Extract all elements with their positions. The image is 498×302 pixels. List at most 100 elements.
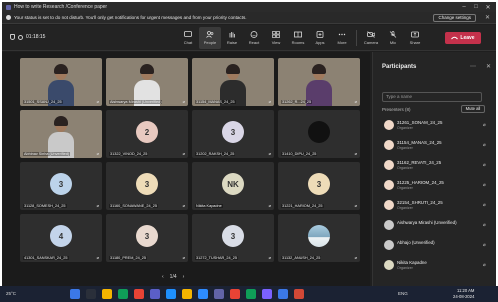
participant-tile[interactable]: 4 41301_SANSKAR_24_25 ⌀ [20, 214, 102, 262]
share-invite-icon[interactable]: ⋯ [470, 63, 476, 70]
chrome-icon[interactable] [118, 289, 128, 299]
participant-tile[interactable]: 31154_MANAS_24_25 ⌀ [192, 58, 274, 106]
participant-row-name: Abhajo (Unverified) [397, 240, 435, 245]
shield-icon [10, 34, 15, 40]
camera-label: Camera [363, 40, 379, 45]
teams-icon[interactable] [150, 289, 160, 299]
meet-icon[interactable] [214, 289, 224, 299]
app-icon[interactable] [230, 289, 240, 299]
chat-button[interactable]: Chat [177, 27, 199, 49]
participant-tile[interactable]: Aishwarya Mirashi (Unverified) ⌀ [106, 58, 188, 106]
participant-tile[interactable]: 3 31128_SOMESH_24_25 ⌀ [20, 162, 102, 210]
mic-off-icon: ⌀ [483, 182, 486, 187]
participant-tile[interactable]: 31262_R...24_25 ⌀ [278, 58, 360, 106]
prev-page-icon[interactable]: ‹ [162, 274, 164, 280]
language-indicator[interactable]: ENG [398, 291, 408, 296]
view-label: View [271, 40, 281, 45]
app-icon[interactable] [278, 289, 288, 299]
participant-tile[interactable]: 31501_SSANJ_24_25 ⌀ [20, 58, 102, 106]
dismiss-notice-icon[interactable]: ✕ [485, 14, 490, 21]
leave-button[interactable]: Leave [445, 32, 481, 44]
participant-row[interactable]: 31225_HARIOM_24_25 Organizer ⌀ [382, 178, 490, 192]
youtube-icon[interactable] [134, 289, 144, 299]
files-icon[interactable] [182, 289, 192, 299]
apps-icon [316, 31, 324, 38]
app-icon[interactable] [294, 289, 304, 299]
participant-tile[interactable]: 3 31202_RAKSH_24_25 ⌀ [192, 110, 274, 158]
participant-avatar: 3 [308, 173, 330, 195]
share-button[interactable]: Share [404, 27, 426, 49]
participant-row-name: Nikita Kapadne [397, 260, 427, 265]
more-button[interactable]: More [331, 27, 353, 49]
participant-name: 31501_SSANJ_24_25 [23, 100, 63, 104]
mic-off-icon: ⌀ [96, 203, 99, 208]
participant-row[interactable]: Nikita Kapadne Organizer ⌀ [382, 258, 490, 272]
participant-tile[interactable]: Abhinav Sinha (Unverified) ⌀ [20, 110, 102, 158]
apps-button[interactable]: Apps [309, 27, 331, 49]
maximize-icon[interactable]: □ [470, 4, 482, 10]
mic-off-icon: ⌀ [483, 262, 486, 267]
change-settings-button[interactable]: Change settings [433, 14, 476, 22]
participant-tile[interactable]: 2 31322_VINOD_24_25 ⌀ [106, 110, 188, 158]
participant-row[interactable]: Abhajo (Unverified) ⌀ [382, 238, 490, 252]
folder-icon[interactable] [102, 289, 112, 299]
rooms-button[interactable]: Rooms [287, 27, 309, 49]
teams-meeting-window: How to write Research /Conference paper … [2, 2, 496, 286]
close-panel-icon[interactable]: ✕ [486, 63, 491, 70]
info-icon [6, 15, 11, 20]
participant-tile[interactable]: 3 31160_SONAWANE_24_25 ⌀ [106, 162, 188, 210]
participant-row-role: Organizer [397, 146, 413, 150]
react-button[interactable]: React [243, 27, 265, 49]
more-label: More [337, 40, 347, 45]
participant-tile[interactable]: 31132_ANUSH_24_25 ⌀ [278, 214, 360, 262]
participant-row-avatar [384, 160, 394, 170]
app-icon[interactable] [246, 289, 256, 299]
mute-all-button[interactable]: Mute all [461, 105, 485, 113]
close-icon[interactable]: ✕ [482, 4, 494, 11]
participant-name: 31410_DIPU_24_25 [281, 152, 318, 156]
participant-tile[interactable]: NK Nikita Kapadne ⌀ [192, 162, 274, 210]
minimize-icon[interactable]: – [458, 4, 470, 10]
camera-icon [367, 31, 375, 38]
mic-off-icon: ⌀ [354, 151, 357, 156]
share-label: Share [409, 40, 421, 45]
participant-tile[interactable]: 3 31221_HARIOM_24_25 ⌀ [278, 162, 360, 210]
mic-icon [389, 31, 397, 38]
participant-name: 31221_HARIOM_24_25 [281, 204, 324, 208]
mic-off-icon: ⌀ [483, 242, 486, 247]
participant-row[interactable]: 32154_SHRUTI_24_25 Organizer ⌀ [382, 198, 490, 212]
participant-name: 31202_RAKSH_24_25 [195, 152, 236, 156]
rooms-icon [294, 31, 302, 38]
start-icon[interactable] [70, 289, 80, 299]
mic-off-icon: ⌀ [483, 162, 486, 167]
participant-row[interactable]: 31261_SONAM_24_25 Organizer ⌀ [382, 118, 490, 132]
search-icon[interactable] [86, 289, 96, 299]
next-page-icon[interactable]: › [183, 274, 185, 280]
participant-name: 31262_R...24_25 [281, 100, 313, 104]
weather-widget[interactable]: 25°C [6, 291, 16, 296]
participant-search-input[interactable]: Type a name [382, 92, 482, 102]
participant-tile[interactable]: 31410_DIPU_24_25 ⌀ [278, 110, 360, 158]
people-icon [206, 31, 214, 38]
participant-row[interactable]: Aishwarya Mirashi (Unverified) ⌀ [382, 218, 490, 232]
participant-row[interactable]: 31162_REVATI_24_25 Organizer ⌀ [382, 158, 490, 172]
zoom-icon[interactable] [198, 289, 208, 299]
edge-icon[interactable] [166, 289, 176, 299]
system-clock[interactable]: 11:20 AM 24-08-2024 [453, 288, 474, 300]
participant-avatar: 3 [50, 173, 72, 195]
mic-button[interactable]: Mic [382, 27, 404, 49]
title-bar: How to write Research /Conference paper … [2, 2, 496, 12]
app-icon[interactable] [262, 289, 272, 299]
participant-tile[interactable]: 3 31180_PREM_24_25 ⌀ [106, 214, 188, 262]
view-icon [272, 31, 280, 38]
participant-row[interactable]: 31154_MANAS_24_25 Organizer ⌀ [382, 138, 490, 152]
participant-tile[interactable]: 3 31272_TUSHAR_24_25 ⌀ [192, 214, 274, 262]
participant-row-role: Organizer [397, 126, 413, 130]
mic-off-icon: ⌀ [354, 255, 357, 260]
participant-name: 31180_PREM_24_25 [109, 256, 148, 260]
people-button[interactable]: People [199, 27, 221, 49]
view-button[interactable]: View [265, 27, 287, 49]
mic-off-icon: ⌀ [483, 202, 486, 207]
raise-hand-button[interactable]: Raise [221, 27, 243, 49]
camera-button[interactable]: Camera [360, 27, 382, 49]
